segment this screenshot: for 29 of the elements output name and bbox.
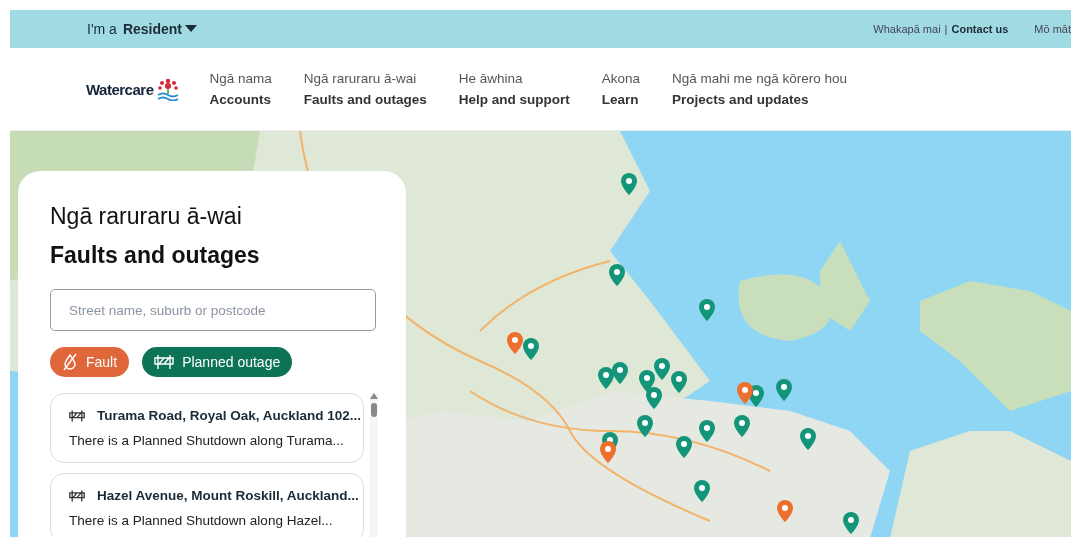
nav-link[interactable]: Ngā raruraru ā-wai Faults and outages: [303, 71, 427, 107]
logo-text[interactable]: Watercare: [86, 80, 154, 98]
barrier-icon: [154, 354, 175, 370]
language-link[interactable]: Mō māt: [1034, 23, 1071, 35]
audience-label: I'm a: [87, 21, 117, 37]
audience-dropdown[interactable]: Resident: [122, 21, 198, 37]
barrier-icon: [69, 408, 85, 423]
nav-link[interactable]: He āwhina Help and support: [458, 71, 570, 107]
scroll-up-arrow-icon[interactable]: [370, 393, 378, 399]
nav-link[interactable]: Ngā nama Accounts: [209, 71, 272, 107]
caret-icon: [185, 25, 198, 33]
nav-link[interactable]: Akona Learn: [601, 71, 641, 107]
scrollbar[interactable]: [370, 393, 378, 537]
flower-logo-icon: [157, 77, 180, 101]
contact-link[interactable]: Contact us: [951, 23, 1009, 35]
no-drop-icon: [62, 353, 78, 371]
barrier-icon: [69, 488, 85, 503]
result-card[interactable]: Turama Road, Royal Oak, Auckland 102... There is a Planned Shutdown along Turama...: [50, 393, 364, 463]
result-title: Hazel Avenue, Mount Roskill, Auckland...: [97, 488, 359, 503]
panel-title-maori: Ngā raruraru ā-wai: [50, 203, 243, 230]
nav-link[interactable]: Ngā mahi me ngā kōrero hou Projects and updates: [672, 71, 847, 107]
filter-chip[interactable]: Planned outage: [142, 347, 293, 377]
search-field[interactable]: Street name, suburb or postcode: [50, 289, 376, 331]
result-summary: There is a Planned Shutdown along Hazel...: [69, 513, 334, 528]
contact-label: Whakapā mai: [873, 23, 941, 35]
result-title: Turama Road, Royal Oak, Auckland 102...: [97, 408, 362, 423]
panel-title: Faults and outages: [50, 242, 261, 269]
result-summary: There is a Planned Shutdown along Turama...: [69, 433, 345, 448]
separator: |: [944, 23, 948, 35]
